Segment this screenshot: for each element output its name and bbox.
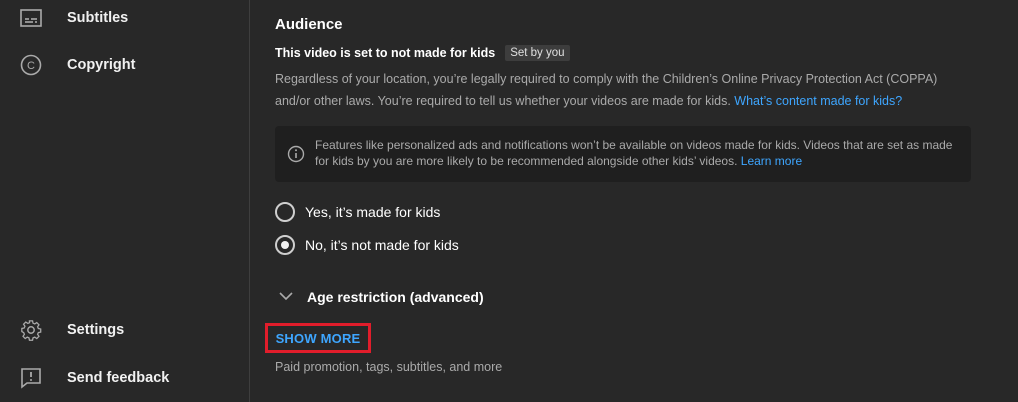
info-message: Features like personalized ads and notif… — [315, 138, 953, 168]
main-content: Audience This video is set to not made f… — [251, 0, 1018, 402]
sidebar-item-copyright[interactable]: C Copyright — [0, 45, 249, 85]
radio-no-not-made-for-kids[interactable]: No, it’s not made for kids — [275, 235, 459, 255]
show-more-button[interactable]: SHOW MORE — [265, 323, 371, 353]
chevron-down-icon — [279, 288, 293, 306]
svg-text:C: C — [27, 60, 35, 72]
sidebar-item-label: Subtitles — [67, 10, 129, 26]
sidebar-item-label: Copyright — [67, 57, 136, 73]
info-text: Features like personalized ads and notif… — [315, 137, 965, 169]
kids-status-text: This video is set to not made for kids — [275, 46, 496, 60]
sidebar-item-label: Send feedback — [67, 370, 170, 386]
radio-yes-made-for-kids[interactable]: Yes, it’s made for kids — [275, 202, 440, 222]
sidebar: Subtitles C Copyright Settings Send feed… — [0, 0, 250, 402]
age-restriction-toggle[interactable]: Age restriction (advanced) — [279, 288, 484, 306]
radio-button[interactable] — [275, 202, 295, 222]
sidebar-item-settings[interactable]: Settings — [0, 310, 249, 350]
feedback-icon — [20, 367, 42, 389]
radio-label: No, it’s not made for kids — [305, 237, 459, 253]
copyright-icon: C — [20, 54, 42, 76]
age-restriction-label: Age restriction (advanced) — [307, 289, 484, 305]
made-for-kids-link[interactable]: What’s content made for kids? — [734, 94, 902, 108]
learn-more-link[interactable]: Learn more — [741, 154, 802, 168]
info-box: Features like personalized ads and notif… — [275, 126, 971, 182]
sidebar-item-label: Settings — [67, 322, 125, 338]
show-more-description: Paid promotion, tags, subtitles, and mor… — [275, 360, 503, 374]
coppa-description: Regardless of your location, you’re lega… — [275, 68, 975, 112]
sidebar-item-send-feedback[interactable]: Send feedback — [0, 358, 249, 398]
gear-icon — [20, 319, 42, 341]
kids-status-line: This video is set to not made for kids S… — [275, 45, 570, 61]
radio-button-selected[interactable] — [275, 235, 295, 255]
sidebar-item-subtitles[interactable]: Subtitles — [0, 0, 249, 38]
subtitles-icon — [20, 7, 42, 29]
info-icon — [287, 145, 305, 163]
radio-label: Yes, it’s made for kids — [305, 204, 441, 220]
set-by-you-chip: Set by you — [505, 45, 570, 61]
audience-heading: Audience — [275, 16, 343, 33]
